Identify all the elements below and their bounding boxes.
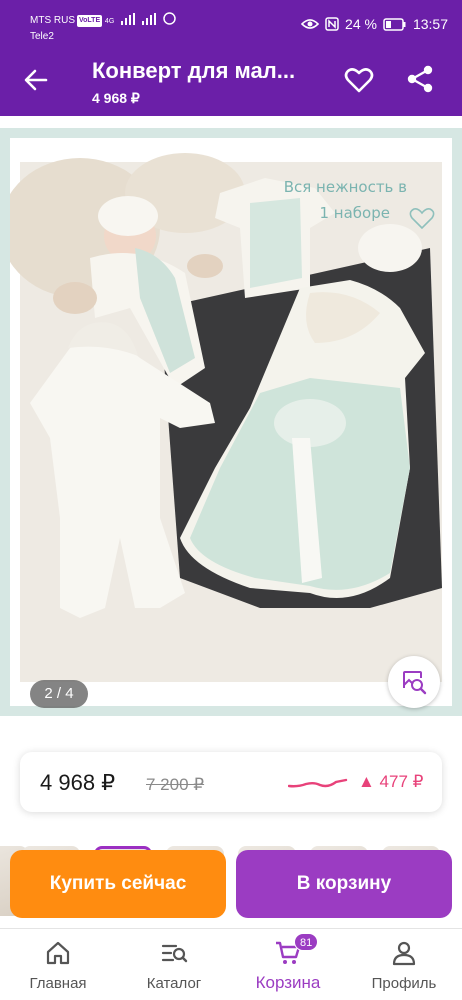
nav-label-catalog: Каталог	[146, 975, 202, 992]
operator-name: MTS RUS	[30, 15, 75, 26]
header-price: 4 968 ₽	[92, 90, 140, 106]
app-bar: Конверт для мал... 4 968 ₽	[0, 44, 462, 116]
product-gallery[interactable]: Вся нежность в 1 наборе 2 / 4	[0, 128, 462, 716]
eye-icon	[301, 19, 320, 29]
battery-percent: 24 %	[345, 16, 377, 32]
whatsapp-icon	[162, 12, 176, 25]
nav-item-cart[interactable]: 81 Корзина	[230, 929, 346, 1000]
price-change: ▲ 477 ₽	[358, 772, 424, 791]
battery-icon	[383, 17, 406, 31]
product-photo-illustration: Вся нежность в 1 наборе	[10, 138, 452, 706]
volte-badge: VoLTE	[77, 15, 103, 27]
buy-now-button[interactable]: Купить сейчас	[10, 850, 226, 918]
add-to-cart-button[interactable]: В корзину	[236, 850, 452, 918]
network-type: 4G	[104, 18, 115, 25]
product-photo[interactable]: Вся нежность в 1 наборе	[10, 138, 452, 706]
cart-count-badge: 81	[294, 933, 319, 951]
overlay-caption-line2: 1 наборе	[320, 204, 391, 222]
catalog-search-icon	[161, 944, 188, 963]
price-card[interactable]: 4 968 ₽ 7 200 ₽ ▲ 477 ₽	[20, 752, 442, 812]
bottom-navigation: Главная Каталог 81 Корзина Профиль	[0, 928, 462, 1000]
nav-label-home: Главная	[29, 975, 87, 992]
image-search-icon	[403, 671, 427, 695]
product-title: Конверт для мал...	[92, 58, 296, 83]
share-icon[interactable]	[405, 64, 435, 94]
price-trend-icon	[288, 778, 348, 788]
profile-icon	[392, 941, 416, 966]
clock: 13:57	[412, 16, 448, 32]
nav-item-home[interactable]: Главная	[0, 929, 116, 1000]
overlay-caption-line1: Вся нежность в	[284, 178, 407, 196]
back-arrow-icon[interactable]	[22, 66, 50, 94]
image-search-button[interactable]	[388, 656, 440, 708]
carrier-info: MTS RUS VoLTE 4G Tele2	[30, 12, 176, 43]
signal-icon-2	[141, 13, 156, 25]
nav-item-profile[interactable]: Профиль	[346, 929, 462, 1000]
nav-label-cart: Корзина	[255, 973, 321, 992]
nav-item-catalog[interactable]: Каталог	[116, 929, 232, 1000]
heart-icon[interactable]	[344, 66, 374, 94]
status-bar: MTS RUS VoLTE 4G Tele2 24 % 13:57	[0, 0, 462, 44]
nav-label-profile: Профиль	[371, 975, 437, 992]
photo-counter: 2 / 4	[30, 680, 88, 708]
old-price: 7 200 ₽	[146, 775, 205, 794]
home-icon	[46, 941, 70, 965]
current-price: 4 968 ₽	[40, 770, 116, 795]
nfc-icon	[325, 17, 339, 31]
signal-icon	[121, 13, 136, 25]
operator-name-2: Tele2	[30, 31, 54, 42]
system-icons: 24 % 13:57	[301, 16, 448, 32]
